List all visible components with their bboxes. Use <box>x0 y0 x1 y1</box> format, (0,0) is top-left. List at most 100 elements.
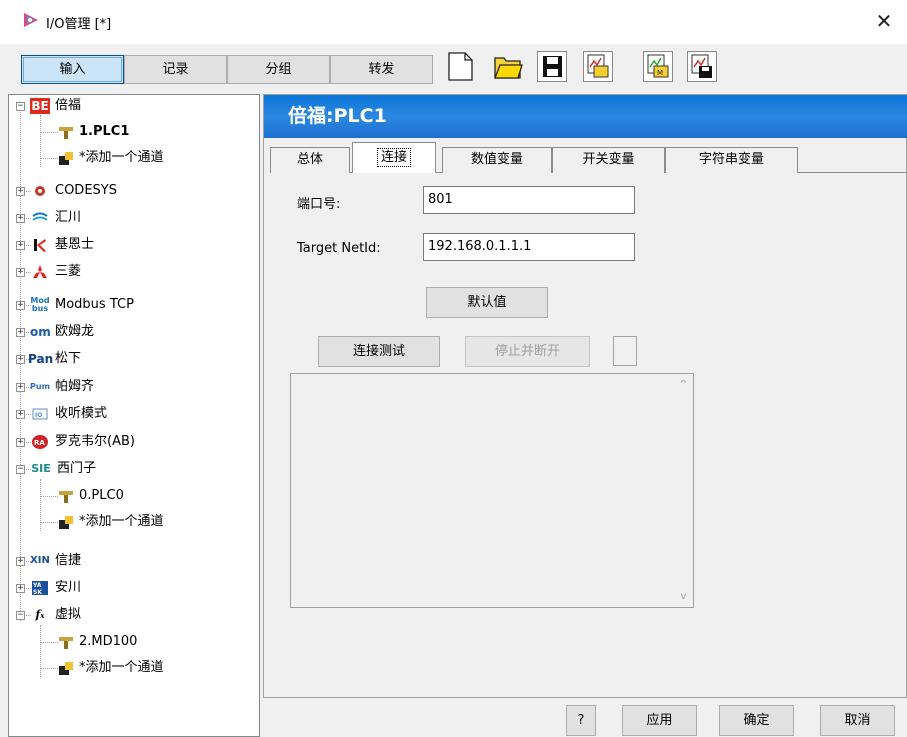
tree-node-siemens[interactable]: − SIE 西门子 <box>9 458 259 480</box>
expand-icon[interactable]: + <box>16 557 25 566</box>
tree-node-pmc[interactable]: + Pum 帕姆齐 <box>9 376 259 398</box>
tab-numeric-variables[interactable]: 数值变量 <box>442 147 552 173</box>
status-indicator-box <box>613 336 637 366</box>
expand-icon[interactable]: + <box>16 410 25 419</box>
forward-tab-button[interactable]: 转发 <box>330 55 433 84</box>
tree-label: 汇川 <box>55 210 82 225</box>
tree-label: CODESYS <box>55 183 117 198</box>
add-channel-icon <box>57 514 75 530</box>
tree-node-add-channel[interactable]: *添加一个通道 <box>9 147 259 169</box>
tree-node-listen-mode[interactable]: + IO 收听模式 <box>9 403 259 425</box>
expand-icon[interactable]: + <box>16 383 25 392</box>
cancel-button[interactable]: 取消 <box>820 705 895 736</box>
add-channel-icon <box>57 660 75 676</box>
tree-node-add-channel[interactable]: *添加一个通道 <box>9 511 259 533</box>
connection-test-button[interactable]: 连接测试 <box>318 336 440 367</box>
port-label: 端口号: <box>297 197 341 212</box>
tree-label: 虚拟 <box>55 607 82 622</box>
expand-icon[interactable]: + <box>16 355 25 364</box>
expand-icon[interactable]: + <box>16 268 25 277</box>
tree-node-xinje[interactable]: + XIN 信捷 <box>9 550 259 572</box>
save-config-icon[interactable] <box>687 51 717 82</box>
xinje-logo-icon: XIN <box>30 555 50 566</box>
tree-label: 安川 <box>55 580 82 595</box>
virtual-function-icon: fx <box>35 608 45 621</box>
omron-logo-icon: om <box>30 325 51 339</box>
tree-label: *添加一个通道 <box>79 150 164 165</box>
open-folder-icon[interactable] <box>493 51 523 82</box>
tree-node-add-channel[interactable]: *添加一个通道 <box>9 657 259 679</box>
tree-node-omron[interactable]: + om 欧姆龙 <box>9 321 259 343</box>
tree-label: 松下 <box>55 351 82 366</box>
scroll-up-icon[interactable]: ^ <box>678 379 689 390</box>
close-button[interactable]: ✕ <box>870 8 898 34</box>
scroll-down-icon[interactable]: v <box>678 591 689 602</box>
tree-label: 罗克韦尔(AB) <box>55 434 135 449</box>
log-scrollbar[interactable]: ^ v <box>675 375 692 606</box>
plc-connector-icon <box>57 124 75 140</box>
tree-node-codesys[interactable]: + CODESYS <box>9 180 259 202</box>
device-tree: − BE 倍福 1.PLC1 *添加一个通道 + CODESYS + 汇川 + … <box>8 94 260 737</box>
netid-input[interactable]: 192.168.0.1.1.1 <box>423 233 635 261</box>
tree-node-plc0[interactable]: 0.PLC0 <box>9 485 259 507</box>
tree-node-md100[interactable]: 2.MD100 <box>9 631 259 653</box>
tree-node-inovance[interactable]: + 汇川 <box>9 207 259 229</box>
input-tab-button[interactable]: 输入 <box>21 55 124 84</box>
collapse-icon[interactable]: − <box>16 465 25 474</box>
inovance-logo-icon <box>31 210 49 226</box>
tree-node-mitsubishi[interactable]: + 三菱 <box>9 261 259 283</box>
tab-general[interactable]: 总体 <box>270 147 350 173</box>
default-value-button[interactable]: 默认值 <box>426 287 548 318</box>
beckhoff-logo-icon: BE <box>30 98 50 114</box>
new-document-icon[interactable] <box>446 51 476 82</box>
tree-node-plc1[interactable]: 1.PLC1 <box>9 121 259 143</box>
group-tab-button[interactable]: 分组 <box>227 55 330 84</box>
port-input[interactable]: 801 <box>423 186 635 214</box>
tab-switch-variables[interactable]: 开关变量 <box>552 147 665 173</box>
stop-disconnect-button[interactable]: 停止并断开 <box>465 336 590 367</box>
tree-node-modbus-tcp[interactable]: + Mod bus Modbus TCP <box>9 294 259 316</box>
mitsubishi-logo-icon <box>31 264 49 280</box>
tree-node-yaskawa[interactable]: + YA SK 安川 <box>9 577 259 599</box>
tree-node-panasonic[interactable]: + Pan 松下 <box>9 348 259 370</box>
add-channel-icon <box>57 150 75 166</box>
tree-label: 1.PLC1 <box>79 124 130 139</box>
ok-button[interactable]: 确定 <box>719 705 794 736</box>
tree-node-beckhoff[interactable]: − BE 倍福 <box>9 95 259 117</box>
collapse-icon[interactable]: − <box>16 611 25 620</box>
tree-label: 帕姆齐 <box>55 379 95 394</box>
apply-button[interactable]: 应用 <box>622 705 697 736</box>
expand-icon[interactable]: + <box>16 187 25 196</box>
siemens-logo-icon: SIE <box>31 462 51 475</box>
import-icon[interactable] <box>583 51 613 82</box>
main-toolbar: 输入 记录 分组 转发 M <box>0 44 907 94</box>
tab-string-variables[interactable]: 字符串变量 <box>665 147 798 173</box>
expand-icon[interactable]: + <box>16 301 25 310</box>
expand-icon[interactable]: + <box>16 584 25 593</box>
svg-text:SK: SK <box>33 589 42 596</box>
yaskawa-logo-icon: YA SK <box>31 580 49 596</box>
expand-icon[interactable]: + <box>16 214 25 223</box>
tab-connection[interactable]: 连接 <box>352 142 436 173</box>
expand-icon[interactable]: + <box>16 328 25 337</box>
export-icon[interactable]: M <box>643 51 673 82</box>
tree-label: 倍福 <box>55 98 82 113</box>
save-icon[interactable] <box>537 51 567 82</box>
log-output-area[interactable]: ^ v <box>290 373 694 608</box>
tab-connection-label: 连接 <box>376 148 411 167</box>
expand-icon[interactable]: + <box>16 438 25 447</box>
tree-node-virtual[interactable]: − fx 虚拟 <box>9 604 259 626</box>
expand-icon[interactable]: + <box>16 241 25 250</box>
title-bar: I/O管理 [*] ✕ <box>0 0 907 44</box>
tree-node-rockwell[interactable]: + RA 罗克韦尔(AB) <box>9 431 259 453</box>
record-tab-button[interactable]: 记录 <box>124 55 227 84</box>
tree-label: 西门子 <box>57 461 97 476</box>
help-button[interactable]: ? <box>566 705 596 736</box>
tree-label: *添加一个通道 <box>79 660 164 675</box>
panasonic-logo-icon: Pan <box>28 352 54 366</box>
netid-label: Target NetId: <box>297 241 381 256</box>
svg-text:RA: RA <box>34 439 45 447</box>
collapse-icon[interactable]: − <box>16 102 25 111</box>
tree-node-keyence[interactable]: + 基恩士 <box>9 234 259 256</box>
tree-label: 基恩士 <box>55 237 95 252</box>
